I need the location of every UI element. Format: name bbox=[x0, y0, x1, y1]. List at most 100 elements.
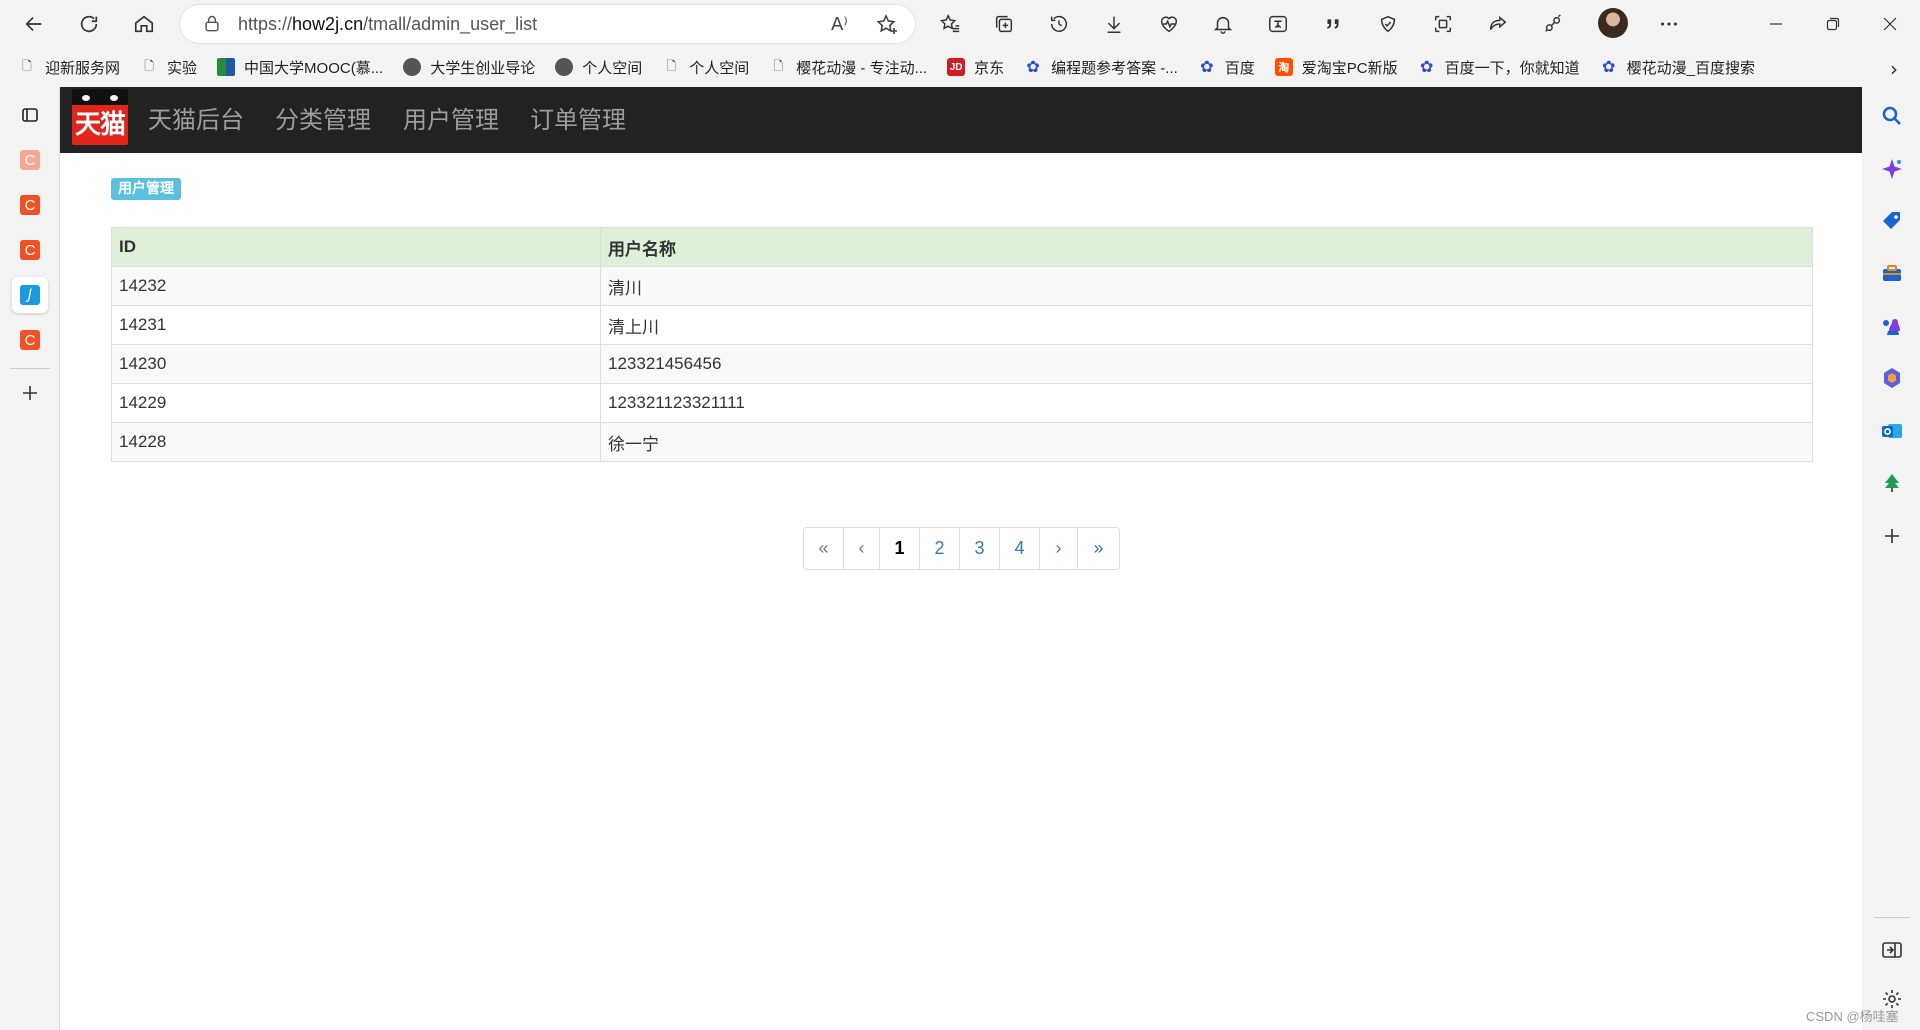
downloads-button[interactable] bbox=[1096, 6, 1132, 42]
pagination-page-1[interactable]: 1 bbox=[880, 528, 920, 569]
pagination-next[interactable]: › bbox=[1040, 528, 1078, 569]
nav-link-users[interactable]: 用户管理 bbox=[403, 105, 499, 135]
arrow-left-icon bbox=[25, 16, 42, 32]
outlook-icon bbox=[1882, 424, 1902, 438]
cell-id: 14228 bbox=[111, 422, 601, 462]
sidebar-add-button[interactable] bbox=[1879, 523, 1905, 549]
bookmarks-bar: 🗋 迎新服务网 🗋 实验 中国大学MOOC(慕... 大学生创业导论 个人空间 🗋 个… bbox=[0, 47, 1920, 87]
bookmark-item[interactable]: ✿ 百度一下，你就知道 bbox=[1418, 57, 1580, 78]
pagination-page-4[interactable]: 4 bbox=[1000, 528, 1040, 569]
bookmark-item[interactable]: 大学生创业导论 bbox=[403, 57, 535, 78]
sidebar-search-button[interactable] bbox=[1879, 103, 1905, 129]
pagination-prev[interactable]: ‹ bbox=[844, 528, 880, 569]
plus-icon bbox=[1885, 529, 1899, 543]
new-tab-button[interactable] bbox=[12, 375, 48, 411]
url-path: /tmall/admin_user_list bbox=[363, 13, 538, 34]
sidebar-drop-button[interactable] bbox=[1879, 470, 1905, 496]
tab-actions-button[interactable] bbox=[12, 97, 48, 133]
back-button[interactable] bbox=[16, 6, 52, 42]
baidu-paw-icon: ✿ bbox=[1200, 59, 1214, 76]
bookmark-label: 京东 bbox=[974, 59, 1005, 77]
bookmark-item[interactable]: 个人空间 bbox=[555, 57, 642, 78]
table-row: 14228 徐一宁 bbox=[111, 422, 1813, 462]
cell-id: 14232 bbox=[111, 266, 601, 306]
tab-how2j-active[interactable]: J bbox=[12, 277, 48, 313]
bookmark-item[interactable]: JD 京东 bbox=[947, 57, 1004, 78]
read-aloud-icon[interactable]: A⁾ bbox=[831, 14, 853, 36]
restore-button[interactable] bbox=[1810, 6, 1856, 42]
sidebar-microsoft365-button[interactable] bbox=[1879, 365, 1905, 391]
url-text[interactable]: https://how2j.cn/tmall/admin_user_list bbox=[238, 14, 537, 35]
bookmark-item[interactable]: ✿ 樱花动漫_百度搜索 bbox=[1600, 57, 1755, 78]
performance-button[interactable] bbox=[1151, 6, 1187, 42]
refresh-button[interactable] bbox=[71, 6, 107, 42]
quote-icon bbox=[1327, 19, 1339, 29]
translate-extension-button[interactable] bbox=[1260, 6, 1296, 42]
bookmark-label: 迎新服务网 bbox=[45, 59, 121, 77]
profile-avatar[interactable] bbox=[1598, 8, 1628, 38]
tab-csdn-3[interactable]: C bbox=[12, 232, 48, 268]
download-icon bbox=[1107, 16, 1121, 33]
nav-brand-link[interactable]: 天猫后台 bbox=[148, 105, 244, 135]
pagination-last[interactable]: » bbox=[1078, 528, 1119, 569]
search-icon bbox=[1882, 106, 1901, 125]
share-icon bbox=[1489, 16, 1507, 30]
browser-essentials-button[interactable] bbox=[1370, 6, 1406, 42]
nav-link-orders[interactable]: 订单管理 bbox=[530, 105, 626, 135]
sparkle-icon bbox=[1882, 159, 1902, 179]
tab-csdn-2[interactable]: C bbox=[12, 187, 48, 223]
share-button[interactable] bbox=[1480, 6, 1516, 42]
sidebar-hide-button[interactable] bbox=[1879, 937, 1905, 963]
table-row: 14231 清上川 bbox=[111, 305, 1813, 345]
home-button[interactable] bbox=[126, 6, 162, 42]
sidebar-tools-button[interactable] bbox=[1879, 260, 1905, 286]
tab-csdn-4[interactable]: C bbox=[12, 322, 48, 358]
lock-icon[interactable] bbox=[202, 14, 222, 34]
favorites-button[interactable] bbox=[932, 6, 968, 42]
cell-id: 14229 bbox=[111, 383, 601, 423]
url-scheme: https:// bbox=[238, 13, 293, 34]
bookmark-item[interactable]: ✿ 编程题参考答案 -... bbox=[1024, 57, 1177, 78]
quote-extension-button[interactable] bbox=[1315, 6, 1351, 42]
browser-toolbar: https://how2j.cn/tmall/admin_user_list A… bbox=[0, 0, 1920, 47]
bookmarks-overflow-chevron-icon[interactable]: › bbox=[1890, 57, 1898, 81]
cell-id: 14231 bbox=[111, 305, 601, 345]
mooc-icon bbox=[217, 58, 236, 76]
sidebar-outlook-button[interactable] bbox=[1879, 418, 1905, 444]
address-bar[interactable]: https://how2j.cn/tmall/admin_user_list A… bbox=[180, 5, 915, 43]
bookmark-item[interactable]: 淘爱淘宝PC新版 bbox=[1274, 57, 1398, 78]
notifications-button[interactable] bbox=[1205, 6, 1241, 42]
tab-csdn-1[interactable]: C bbox=[12, 142, 48, 178]
refresh-icon bbox=[80, 15, 98, 33]
bookmark-item[interactable]: 🗋 迎新服务网 bbox=[18, 57, 120, 78]
doc-icon: 🗋 bbox=[22, 58, 32, 73]
add-favorite-icon[interactable] bbox=[875, 13, 899, 37]
page-viewport: 天猫 天猫后台 分类管理 用户管理 订单管理 用户管理 ID 用户名称 1423… bbox=[60, 87, 1862, 1030]
settings-more-button[interactable] bbox=[1651, 6, 1687, 42]
close-window-button[interactable] bbox=[1867, 6, 1913, 42]
extensions-icon bbox=[1545, 14, 1561, 32]
edge-sidebar bbox=[1862, 87, 1920, 1030]
bookmark-item[interactable]: 🗋 个人空间 bbox=[662, 57, 749, 78]
screenshot-button[interactable] bbox=[1425, 6, 1461, 42]
pagination-page-3[interactable]: 3 bbox=[960, 528, 1000, 569]
minimize-button[interactable] bbox=[1753, 6, 1799, 42]
bookmark-item[interactable]: 中国大学MOOC(慕... bbox=[217, 57, 383, 78]
collections-button[interactable] bbox=[986, 6, 1022, 42]
sidebar-copilot-button[interactable] bbox=[1879, 156, 1905, 182]
bookmark-item[interactable]: ✿ 百度 bbox=[1198, 57, 1255, 78]
nav-link-category[interactable]: 分类管理 bbox=[275, 105, 371, 135]
sidebar-shopping-button[interactable] bbox=[1879, 208, 1905, 234]
bookmark-item[interactable]: 🗋 樱花动漫 - 专注动... bbox=[769, 57, 927, 78]
extensions-button[interactable] bbox=[1535, 6, 1571, 42]
bookmark-item[interactable]: 🗋 实验 bbox=[140, 57, 197, 78]
home-icon bbox=[134, 15, 154, 33]
history-button[interactable] bbox=[1041, 6, 1077, 42]
sidebar-games-button[interactable] bbox=[1879, 313, 1905, 339]
baidu-paw-icon: ✿ bbox=[1026, 59, 1040, 76]
tmall-logo[interactable]: 天猫 bbox=[72, 89, 128, 145]
pagination-first[interactable]: « bbox=[804, 528, 844, 569]
pagination-page-2[interactable]: 2 bbox=[920, 528, 960, 569]
translate-icon bbox=[1269, 15, 1287, 33]
baidu-paw-icon: ✿ bbox=[1419, 59, 1434, 76]
